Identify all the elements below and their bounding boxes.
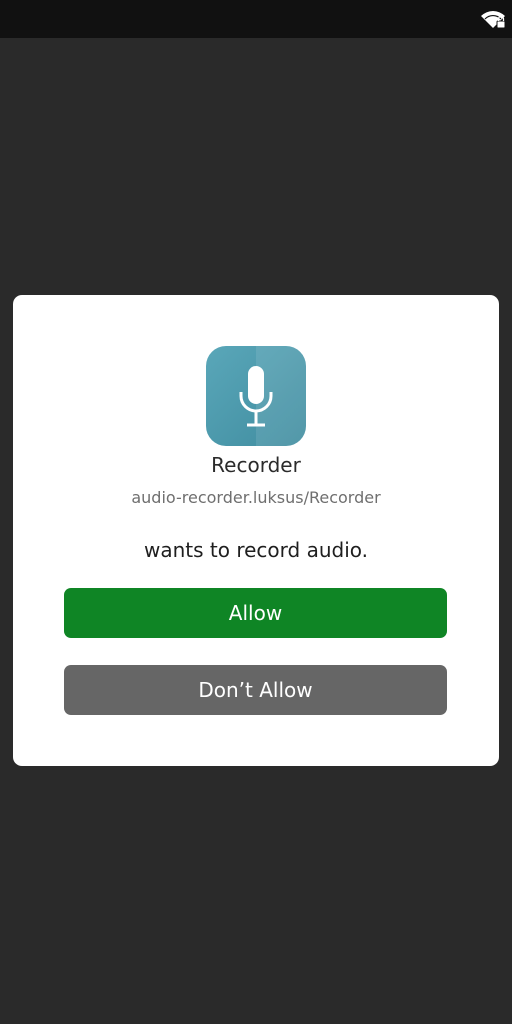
wifi-locked-icon bbox=[481, 11, 506, 29]
allow-button[interactable]: Allow bbox=[64, 588, 447, 638]
microphone-icon bbox=[239, 366, 273, 427]
dont-allow-button[interactable]: Don’t Allow bbox=[64, 665, 447, 715]
app-id: audio-recorder.luksus/Recorder bbox=[131, 488, 381, 507]
recorder-app-icon bbox=[206, 346, 306, 446]
status-bar bbox=[0, 0, 512, 38]
permission-dialog: Recorder audio-recorder.luksus/Recorder … bbox=[13, 295, 499, 766]
permission-message: wants to record audio. bbox=[143, 538, 368, 562]
app-name: Recorder bbox=[211, 453, 301, 477]
